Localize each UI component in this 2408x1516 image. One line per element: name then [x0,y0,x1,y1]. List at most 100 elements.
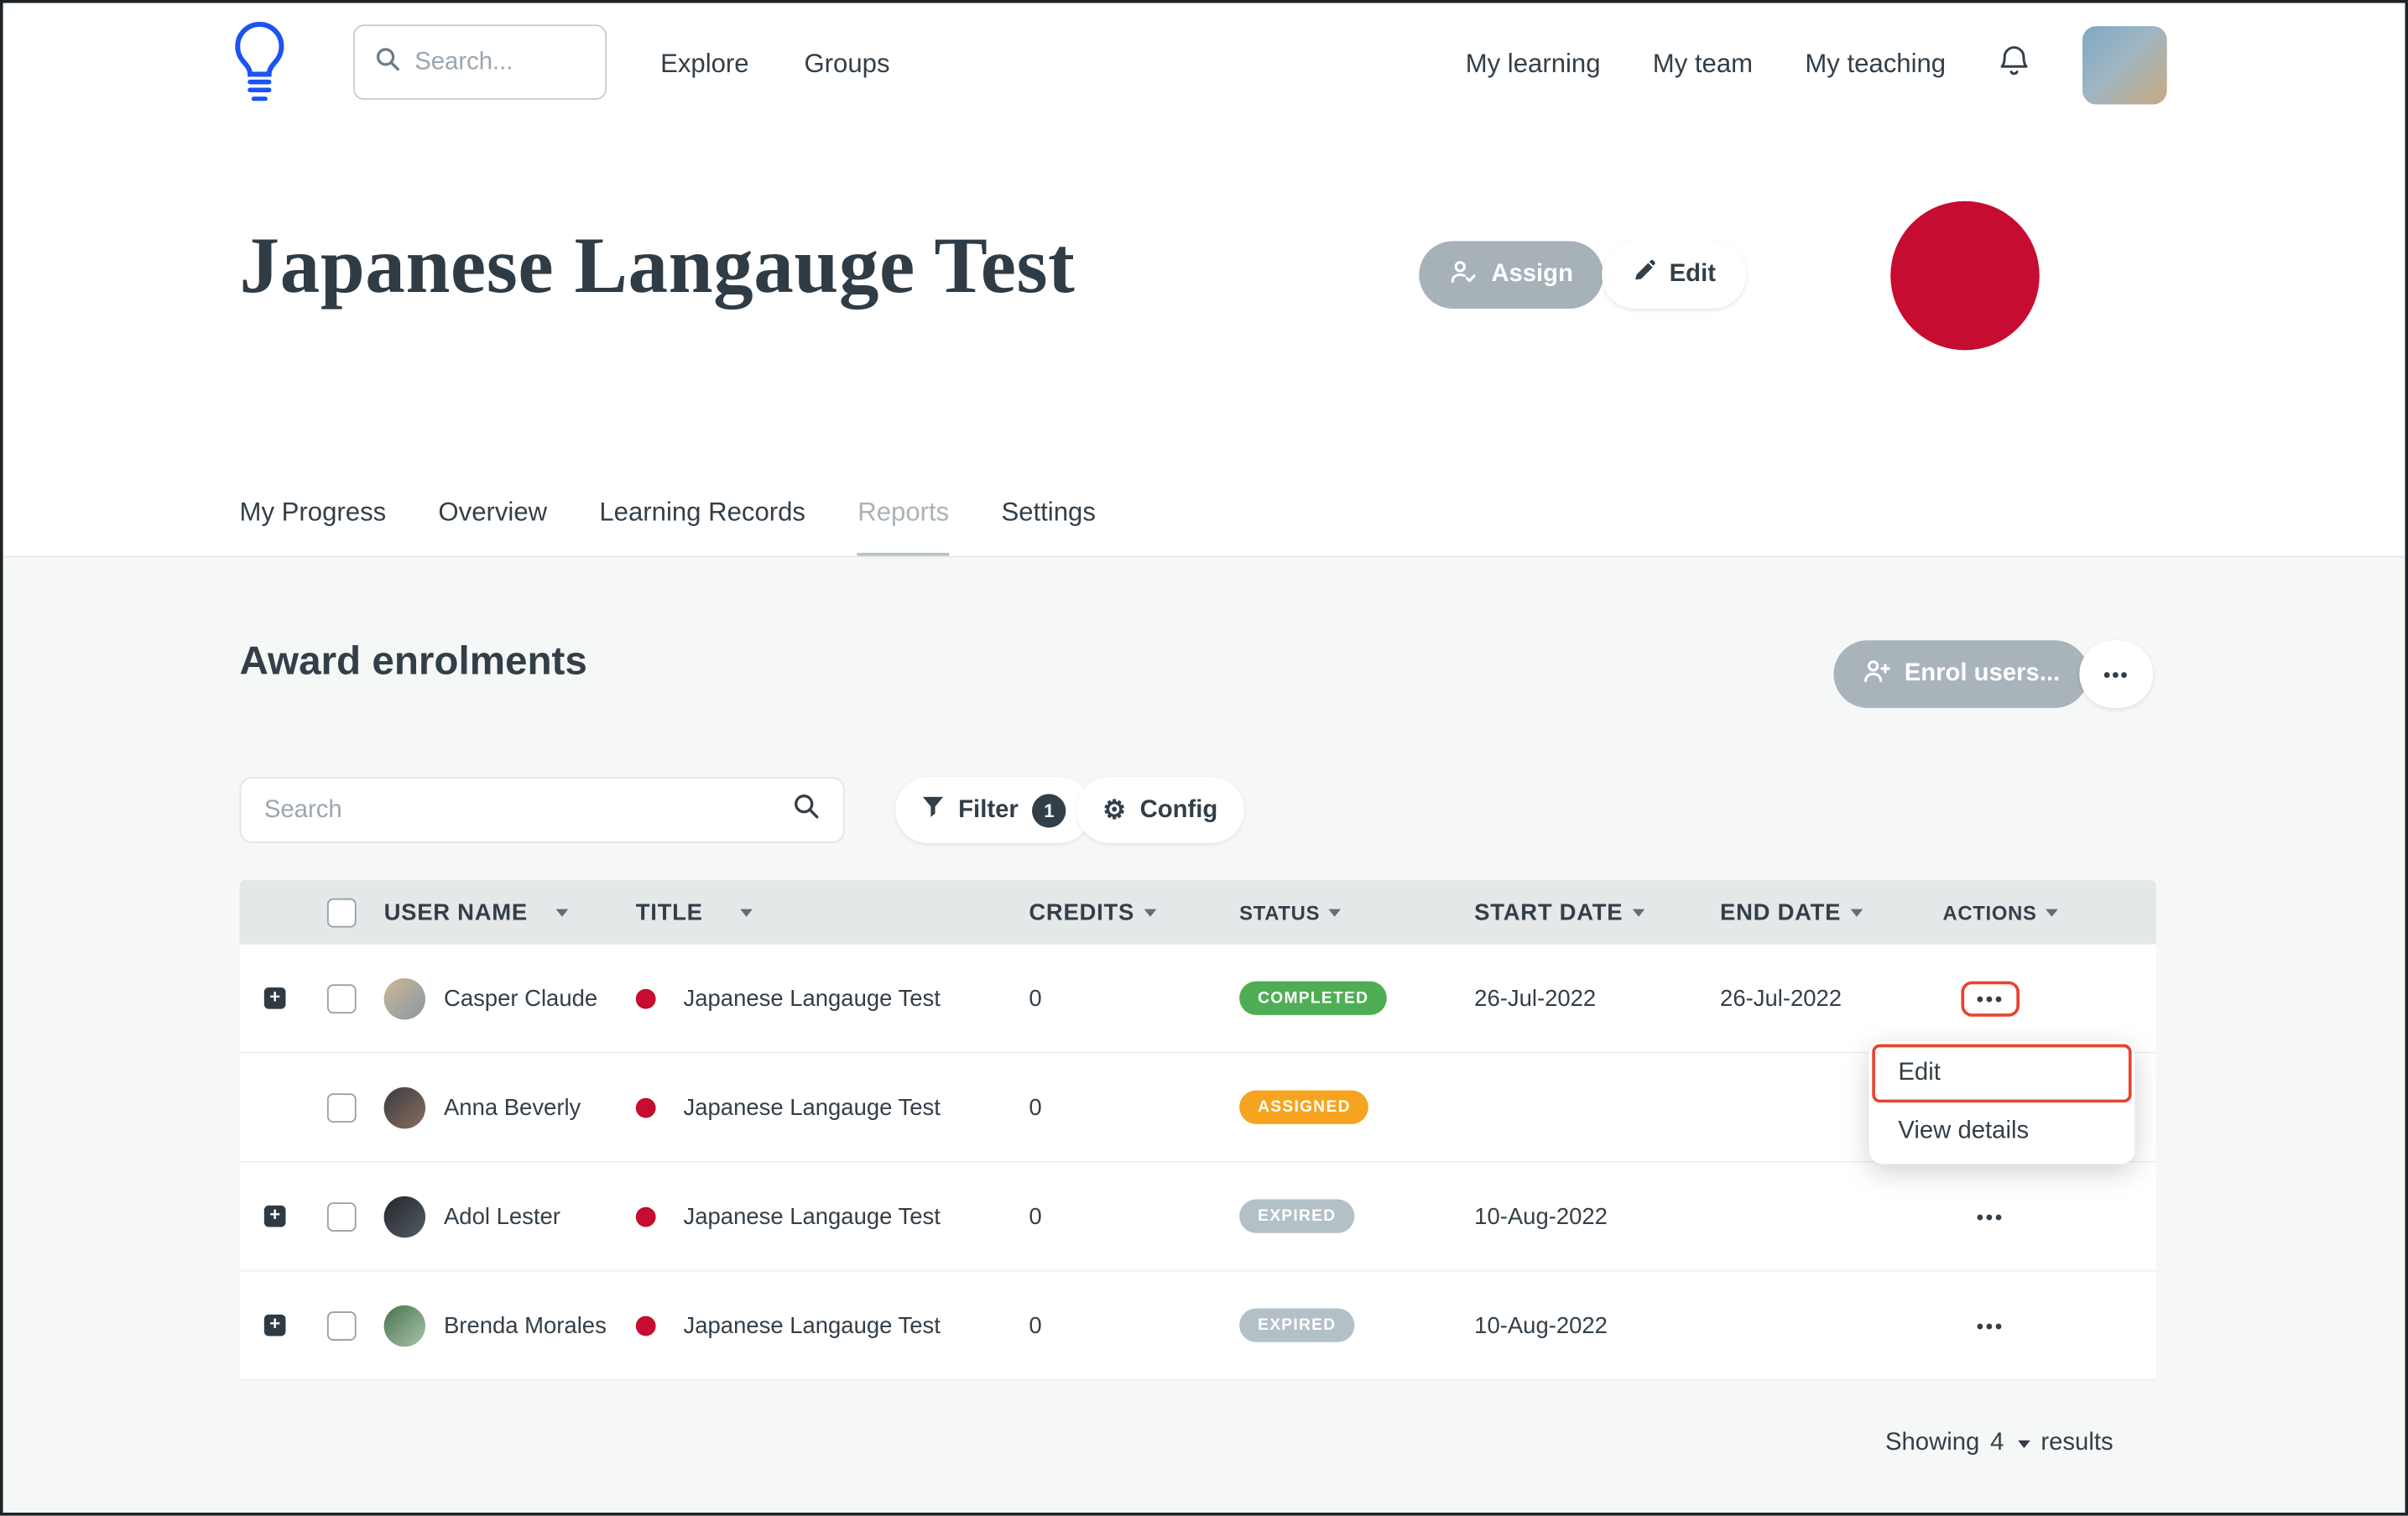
filter-label: Filter [958,796,1019,824]
status-badge: EXPIRED [1239,1309,1354,1342]
table-search-input[interactable] [264,796,793,824]
status-badge: EXPIRED [1239,1200,1354,1233]
enrol-users-label: Enrol users... [1905,660,2061,688]
top-navigation-bar: Explore Groups My learning My team My te… [3,3,2405,126]
config-label: Config [1140,796,1218,824]
edit-button-label: Edit [1670,261,1716,289]
page-more-actions-button[interactable]: ••• [2079,640,2153,708]
row-actions-button[interactable]: ••• [1961,981,2020,1016]
ellipsis-icon: ••• [1977,1205,2004,1227]
table-header-row: USER NAME TITLE CREDITS STATUS START DAT… [240,880,2156,945]
person-plus-icon [1863,658,1890,690]
sort-caret-icon [1632,909,1644,916]
user-name: Anna Beverly [444,1094,581,1120]
results-label: results [2041,1430,2113,1457]
person-check-icon [1450,258,1478,290]
user-avatar [384,1196,425,1237]
course-title: Japanese Langauge Test [684,1312,941,1338]
tab-reports[interactable]: Reports [857,498,949,556]
column-header-start-date[interactable]: START DATE [1462,899,1708,925]
course-title: Japanese Langauge Test [684,1203,941,1229]
gear-icon: ⚙ [1102,797,1126,823]
ellipsis-icon: ••• [1977,987,2004,1009]
global-search-input[interactable] [414,49,568,76]
start-date: 10-Aug-2022 [1462,1203,1708,1229]
row-actions-button[interactable]: ••• [1961,1308,2020,1343]
status-badge: COMPLETED [1239,982,1387,1015]
column-header-end-date[interactable]: END DATE [1707,899,1930,925]
tab-overview[interactable]: Overview [438,498,547,556]
expand-row-button[interactable]: + [264,1206,286,1227]
sort-caret-icon [740,909,753,916]
config-button[interactable]: ⚙ Config [1076,777,1243,843]
search-icon[interactable] [792,792,820,827]
expand-row-button[interactable]: + [264,1315,286,1336]
funnel-icon [921,794,944,826]
menu-item-view-details[interactable]: View details [1872,1102,2131,1161]
start-date: 26-Jul-2022 [1462,985,1708,1011]
actions-dropdown-menu: Edit View details [1869,1041,2135,1164]
table-row: + Brenda Morales Japanese Langauge Test … [240,1272,2156,1381]
course-thumbnail [636,988,656,1008]
nav-explore[interactable]: Explore [660,49,749,81]
chevron-down-icon[interactable] [2018,1440,2030,1447]
credits-value: 0 [1017,1312,1224,1338]
start-date: 10-Aug-2022 [1462,1312,1708,1338]
user-name: Brenda Morales [444,1312,607,1338]
column-header-title[interactable]: TITLE [618,899,1017,925]
course-thumbnail [636,1315,656,1336]
primary-nav-links: Explore Groups [660,3,889,126]
global-search-box [353,24,607,100]
edit-button[interactable]: Edit [1602,241,1746,309]
main-content: Award enrolments Enrol users... ••• [3,557,2405,1513]
column-header-credits[interactable]: CREDITS [1017,899,1224,925]
menu-item-edit[interactable]: Edit [1872,1045,2131,1103]
column-header-user-name[interactable]: USER NAME [372,899,618,925]
profile-avatar[interactable] [2082,25,2167,103]
credits-value: 0 [1017,985,1224,1011]
row-checkbox[interactable] [326,1092,356,1122]
results-per-page-selector[interactable]: 4 [1990,1430,2004,1457]
sort-caret-icon [1329,909,1342,916]
assign-button-label: Assign [1491,261,1573,289]
user-avatar [384,1086,425,1128]
sort-caret-icon [1850,909,1863,916]
course-thumbnail [636,1097,656,1117]
results-count: Showing 4 results [1885,1430,2114,1457]
showing-label: Showing [1885,1430,1979,1457]
row-checkbox[interactable] [326,983,356,1013]
sort-caret-icon [555,909,568,916]
tab-my-progress[interactable]: My Progress [240,498,387,556]
assign-button[interactable]: Assign [1419,241,1603,309]
filter-button[interactable]: Filter 1 [895,777,1092,843]
tab-learning-records[interactable]: Learning Records [599,498,805,556]
credits-value: 0 [1017,1094,1224,1120]
row-actions-button[interactable]: ••• [1961,1199,2020,1234]
nav-my-learning[interactable]: My learning [1466,49,1601,81]
status-badge: ASSIGNED [1239,1091,1369,1124]
search-icon [375,45,401,79]
row-checkbox[interactable] [326,1201,356,1231]
page-header: Japanese Langauge Test Assign Edit My Pr [3,126,2405,557]
tab-settings[interactable]: Settings [1001,498,1095,556]
sort-caret-icon [1144,909,1156,916]
course-title: Japanese Langauge Test [684,1094,941,1120]
section-heading: Award enrolments [240,638,587,685]
notifications-bell-icon[interactable] [1998,43,2030,86]
nav-my-teaching[interactable]: My teaching [1805,49,1946,81]
row-checkbox[interactable] [326,1310,356,1340]
nav-groups[interactable]: Groups [804,49,889,81]
column-header-status[interactable]: STATUS [1224,901,1462,924]
course-thumbnail [636,1206,656,1227]
lightbulb-logo-icon[interactable] [231,20,289,107]
page-tabs: My Progress Overview Learning Records Re… [240,498,1096,556]
expand-row-button[interactable]: + [264,987,286,1009]
user-name: Casper Claude [444,985,597,1011]
nav-my-team[interactable]: My team [1653,49,1753,81]
course-cover-image [1890,201,2040,351]
sort-caret-icon [2046,909,2059,916]
app-window: Explore Groups My learning My team My te… [0,0,2408,1516]
select-all-checkbox[interactable] [326,898,356,927]
enrol-users-button[interactable]: Enrol users... [1833,640,2089,708]
column-header-actions[interactable]: ACTIONS [1931,901,2156,924]
